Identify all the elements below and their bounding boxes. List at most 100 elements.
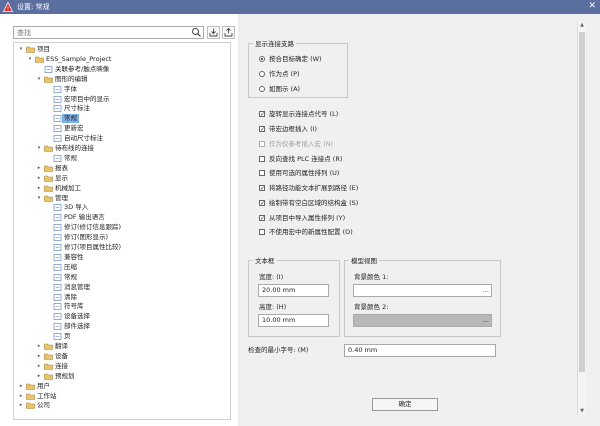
- search-placeholder: 查找: [17, 29, 31, 37]
- folder-icon: [44, 363, 53, 370]
- page-icon: [53, 224, 62, 232]
- expand-toggle-icon[interactable]: ▸: [36, 184, 42, 193]
- expand-toggle-icon[interactable]: ▾: [27, 55, 33, 64]
- radio-label: 作为点 (P): [269, 70, 300, 78]
- close-button[interactable]: ✕: [588, 1, 596, 12]
- bg-color-2-field[interactable]: ...: [353, 314, 492, 327]
- search-icon[interactable]: [191, 27, 202, 38]
- tree-item-label: 报表: [55, 163, 68, 172]
- bg-color-1-label: 背景颜色 1:: [354, 273, 389, 281]
- text-frame-legend: 文本框: [255, 257, 275, 265]
- tree-item-label: 3D 导入: [64, 203, 89, 212]
- min-font-field[interactable]: 0.40 mm: [344, 344, 496, 357]
- tree-item-label: 公司: [37, 401, 50, 410]
- folder-icon: [44, 165, 53, 172]
- height-label: 高度: (H): [259, 303, 287, 311]
- tree-item-label: 工作站: [37, 391, 57, 400]
- expand-toggle-icon[interactable]: ▸: [36, 164, 42, 173]
- app-logo-icon: !: [3, 2, 13, 12]
- tree-item-label: 尺寸标注: [64, 104, 90, 113]
- tree-item-label: 设备: [55, 351, 68, 360]
- scroll-down-icon[interactable]: ▼: [578, 408, 586, 414]
- checkmark-icon[interactable]: ✓: [259, 126, 265, 133]
- window-title: 设置: 常规: [17, 3, 50, 11]
- tree-item-label: 页: [64, 332, 71, 341]
- tree-item-label: 宏项目中的显示: [64, 94, 110, 103]
- checkmark-icon[interactable]: ✓: [259, 185, 265, 192]
- checkbox-label: 反向查找 PLC 连接点 (R): [269, 155, 343, 163]
- expand-toggle-icon[interactable]: ▸: [18, 392, 24, 401]
- scrollbar-thumb[interactable]: [579, 32, 585, 372]
- tree-item-label: 待布线的连接: [55, 144, 94, 152]
- vertical-scrollbar[interactable]: ▲ ▼: [577, 22, 586, 414]
- tree-item-label: 修订(图形显示): [64, 233, 109, 242]
- radio-button[interactable]: [259, 56, 265, 62]
- tree-item-label: 机械加工: [55, 183, 81, 192]
- tree-item-label: 常规: [64, 272, 77, 281]
- page-icon: [53, 244, 62, 251]
- page-icon: [53, 293, 62, 301]
- width-label: 宽度: (I): [259, 273, 284, 281]
- import-settings-button[interactable]: [207, 26, 220, 39]
- checkbox-box[interactable]: [259, 229, 265, 235]
- bg-color-1-browse-button[interactable]: ...: [483, 285, 489, 295]
- tree-item-label: 部件选择: [64, 322, 90, 331]
- bg-color-2-label: 背景颜色 2:: [354, 303, 389, 311]
- tree-item-label: 翻译: [55, 342, 68, 350]
- ok-button[interactable]: 确定: [372, 398, 438, 411]
- tree-item-label: 清除: [64, 292, 77, 301]
- settings-tree[interactable]: ▾ 项目 ▾ ESS_Sample_Project 关联参考/触点映像 ▾ 图形的编辑 字体宏…: [13, 42, 231, 420]
- bg-color-1-field[interactable]: ...: [353, 284, 492, 297]
- page-icon: [53, 135, 62, 142]
- page-icon: [53, 95, 62, 103]
- page-icon: [53, 254, 62, 261]
- tree-item-label: 显示: [55, 173, 68, 182]
- tree-item-label: 更新宏: [64, 124, 84, 133]
- expand-toggle-icon[interactable]: ▾: [36, 144, 42, 153]
- min-font-label: 检查的最小字号: (M): [248, 346, 309, 354]
- tree-item-label: 常规: [62, 114, 79, 124]
- tree-item-label: 设备选择: [64, 312, 90, 321]
- checkbox-box[interactable]: [259, 156, 265, 162]
- folder-icon: [26, 403, 35, 410]
- folder-icon: [44, 175, 53, 182]
- checkmark-icon[interactable]: ✓: [259, 111, 265, 118]
- expand-toggle-icon[interactable]: ▸: [36, 372, 42, 381]
- page-icon: [53, 313, 62, 321]
- settings-content: 显示连接支路 按合目标确定 (W) 作为点 (P) 如图示 (A) ✓ 旋转显示连接点…: [240, 14, 600, 426]
- folder-icon: [26, 46, 35, 53]
- expand-toggle-icon[interactable]: ▸: [36, 342, 42, 351]
- search-input[interactable]: 查找: [13, 26, 204, 39]
- width-field[interactable]: 20.00 mm: [258, 284, 329, 297]
- radio-button[interactable]: [259, 71, 265, 77]
- radio-button[interactable]: [259, 86, 265, 92]
- export-settings-button[interactable]: [222, 26, 235, 39]
- tree-item-label: 修订(项目属性比较): [64, 243, 122, 251]
- expand-toggle-icon[interactable]: ▾: [18, 45, 24, 54]
- page-icon: [53, 155, 62, 162]
- export-icon: [224, 27, 233, 37]
- expand-toggle-icon[interactable]: ▸: [36, 352, 42, 361]
- page-icon: [53, 214, 62, 222]
- import-icon: [209, 28, 218, 37]
- bg-color-2-browse-button[interactable]: ...: [483, 315, 489, 325]
- expand-toggle-icon[interactable]: ▸: [18, 401, 24, 410]
- expand-toggle-icon[interactable]: ▾: [36, 75, 42, 84]
- title-bar: ! 设置: 常规 ✕: [0, 0, 600, 14]
- checkmark-icon[interactable]: ✓: [259, 215, 265, 222]
- height-field[interactable]: 10.00 mm: [258, 314, 329, 327]
- folder-icon: [26, 393, 35, 400]
- folder-icon: [35, 56, 44, 63]
- radio-label: 如图示 (A): [269, 85, 301, 93]
- scroll-up-icon[interactable]: ▲: [578, 22, 586, 28]
- page-icon: [53, 303, 62, 311]
- checkbox-box[interactable]: [259, 170, 265, 176]
- expand-toggle-icon[interactable]: ▾: [36, 194, 42, 203]
- expand-toggle-icon[interactable]: ▸: [36, 174, 42, 183]
- page-icon: [53, 263, 62, 271]
- expand-toggle-icon[interactable]: ▸: [18, 382, 24, 391]
- svg-text:!: !: [7, 7, 9, 12]
- checkmark-icon[interactable]: ✓: [259, 200, 265, 207]
- tree-item-label: 消息管理: [64, 282, 90, 291]
- expand-toggle-icon[interactable]: ▸: [36, 362, 42, 371]
